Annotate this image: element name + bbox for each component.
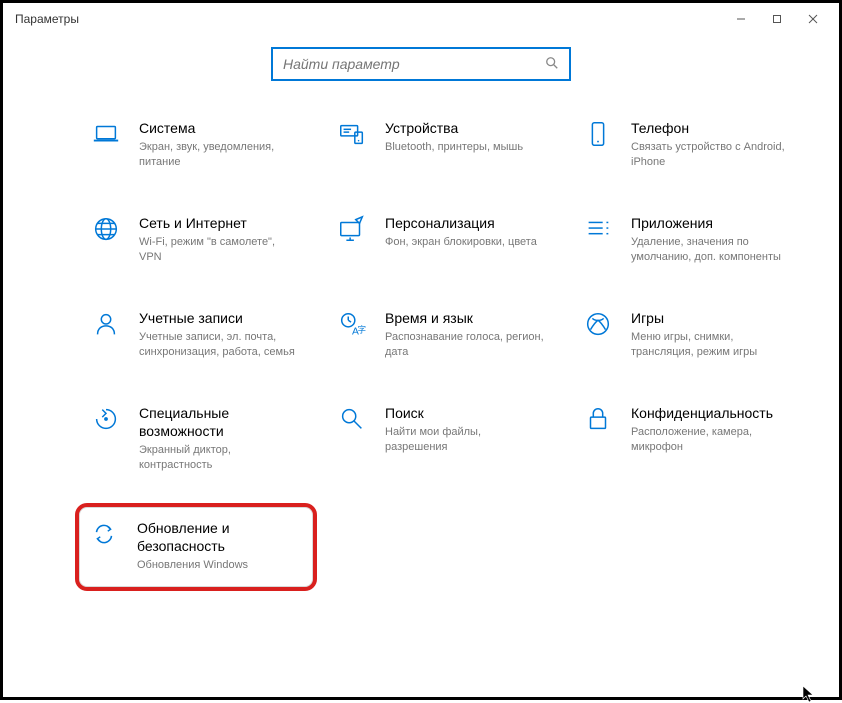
tile-accounts[interactable]: Учетные записи Учетные записи, эл. почта… bbox=[87, 303, 317, 364]
phone-icon bbox=[581, 117, 615, 151]
tile-apps[interactable]: Приложения Удаление, значения по умолчан… bbox=[579, 208, 809, 269]
tile-search[interactable]: Поиск Найти мои файлы, разрешения bbox=[333, 398, 563, 477]
globe-icon bbox=[89, 212, 123, 246]
tile-title: Сеть и Интернет bbox=[139, 214, 299, 232]
tile-desc: Wi-Fi, режим "в самолете", VPN bbox=[139, 235, 299, 265]
tile-desc: Расположение, камера, микрофон bbox=[631, 425, 791, 455]
update-icon bbox=[87, 517, 121, 551]
tile-title: Конфиденциальность bbox=[631, 404, 791, 422]
search-icon bbox=[545, 56, 559, 73]
minimize-button[interactable] bbox=[723, 5, 759, 33]
tile-gaming[interactable]: Игры Меню игры, снимки, трансляция, режи… bbox=[579, 303, 809, 364]
tile-desc: Меню игры, снимки, трансляция, режим игр… bbox=[631, 330, 791, 360]
tile-title: Система bbox=[139, 119, 299, 137]
tile-update-security[interactable]: Обновление и безопасность Обновления Win… bbox=[75, 503, 317, 591]
tile-desc: Фон, экран блокировки, цвета bbox=[385, 235, 537, 250]
tile-system[interactable]: Система Экран, звук, уведомления, питани… bbox=[87, 113, 317, 174]
cursor-icon bbox=[802, 685, 816, 703]
tile-title: Персонализация bbox=[385, 214, 537, 232]
apps-icon bbox=[581, 212, 615, 246]
maximize-button[interactable] bbox=[759, 5, 795, 33]
tile-title: Игры bbox=[631, 309, 791, 327]
tile-desc: Обновления Windows bbox=[137, 558, 297, 573]
personalization-icon bbox=[335, 212, 369, 246]
devices-icon bbox=[335, 117, 369, 151]
tile-desc: Экран, звук, уведомления, питание bbox=[139, 140, 299, 170]
search-input[interactable] bbox=[283, 56, 539, 72]
window-title: Параметры bbox=[11, 12, 79, 26]
tile-privacy[interactable]: Конфиденциальность Расположение, камера,… bbox=[579, 398, 809, 477]
tile-title: Телефон bbox=[631, 119, 791, 137]
tile-phone[interactable]: Телефон Связать устройство с Android, iP… bbox=[579, 113, 809, 174]
ease-of-access-icon bbox=[89, 402, 123, 436]
tile-ease-of-access[interactable]: Специальные возможности Экранный диктор,… bbox=[87, 398, 317, 477]
search-tile-icon bbox=[335, 402, 369, 436]
search-box[interactable] bbox=[271, 47, 571, 81]
tile-time-language[interactable]: A字 Время и язык Распознавание голоса, ре… bbox=[333, 303, 563, 364]
tile-title: Приложения bbox=[631, 214, 791, 232]
tile-title: Учетные записи bbox=[139, 309, 299, 327]
close-button[interactable] bbox=[795, 5, 831, 33]
time-language-icon: A字 bbox=[335, 307, 369, 341]
lock-icon bbox=[581, 402, 615, 436]
tile-desc: Экранный диктор, контрастность bbox=[139, 443, 299, 473]
tile-personalization[interactable]: Персонализация Фон, экран блокировки, цв… bbox=[333, 208, 563, 269]
tile-desc: Распознавание голоса, регион, дата bbox=[385, 330, 545, 360]
tile-desc: Найти мои файлы, разрешения bbox=[385, 425, 545, 455]
tile-network[interactable]: Сеть и Интернет Wi-Fi, режим "в самолете… bbox=[87, 208, 317, 269]
tile-desc: Учетные записи, эл. почта, синхронизация… bbox=[139, 330, 299, 360]
tile-title: Обновление и безопасность bbox=[137, 519, 297, 555]
tile-desc: Удаление, значения по умолчанию, доп. ко… bbox=[631, 235, 791, 265]
laptop-icon bbox=[89, 117, 123, 151]
tile-title: Время и язык bbox=[385, 309, 545, 327]
tile-desc: Связать устройство с Android, iPhone bbox=[631, 140, 791, 170]
tile-desc: Bluetooth, принтеры, мышь bbox=[385, 140, 523, 155]
tile-title: Специальные возможности bbox=[139, 404, 299, 440]
tile-devices[interactable]: Устройства Bluetooth, принтеры, мышь bbox=[333, 113, 563, 174]
tile-title: Устройства bbox=[385, 119, 523, 137]
tile-title: Поиск bbox=[385, 404, 545, 422]
titlebar: Параметры bbox=[3, 3, 839, 35]
settings-grid: Система Экран, звук, уведомления, питани… bbox=[3, 105, 839, 611]
account-icon bbox=[89, 307, 123, 341]
svg-text:字: 字 bbox=[358, 324, 366, 334]
xbox-icon bbox=[581, 307, 615, 341]
